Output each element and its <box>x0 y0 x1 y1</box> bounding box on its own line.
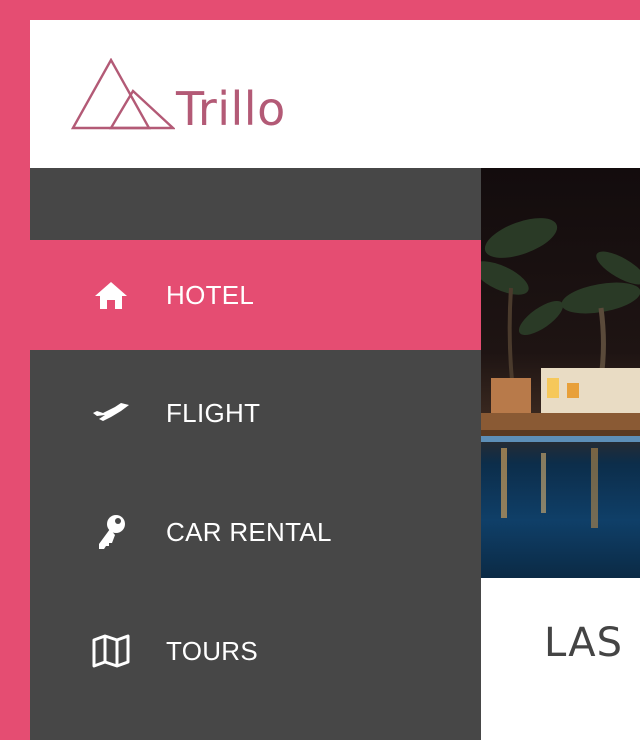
home-icon <box>91 275 131 315</box>
header: Trillo <box>30 20 640 168</box>
sidebar-item-car-rental[interactable]: CAR RENTAL <box>30 477 481 587</box>
sidebar-item-hotel[interactable]: HOTEL <box>30 240 481 350</box>
page-title: LAS <box>544 620 623 666</box>
trillo-logo-icon[interactable] <box>70 57 177 139</box>
sidebar-item-label: CAR RENTAL <box>166 516 332 547</box>
brand-name[interactable]: Trillo <box>176 82 286 136</box>
map-icon <box>91 631 131 671</box>
sidebar-item-flight[interactable]: FLIGHT <box>30 358 481 468</box>
sidebar-item-tours[interactable]: TOURS <box>30 596 481 706</box>
sidebar-item-label: HOTEL <box>166 279 255 310</box>
airplane-icon <box>91 393 131 433</box>
app-window: Trillo HOTEL FLIGHT CAR RENTAL TOURS LAS <box>30 20 640 740</box>
key-icon <box>91 512 131 552</box>
sidebar-item-label: TOURS <box>166 635 259 666</box>
hero-image <box>481 168 640 578</box>
sidebar-item-label: FLIGHT <box>166 397 261 428</box>
sidebar-nav: HOTEL FLIGHT CAR RENTAL TOURS <box>30 168 481 740</box>
